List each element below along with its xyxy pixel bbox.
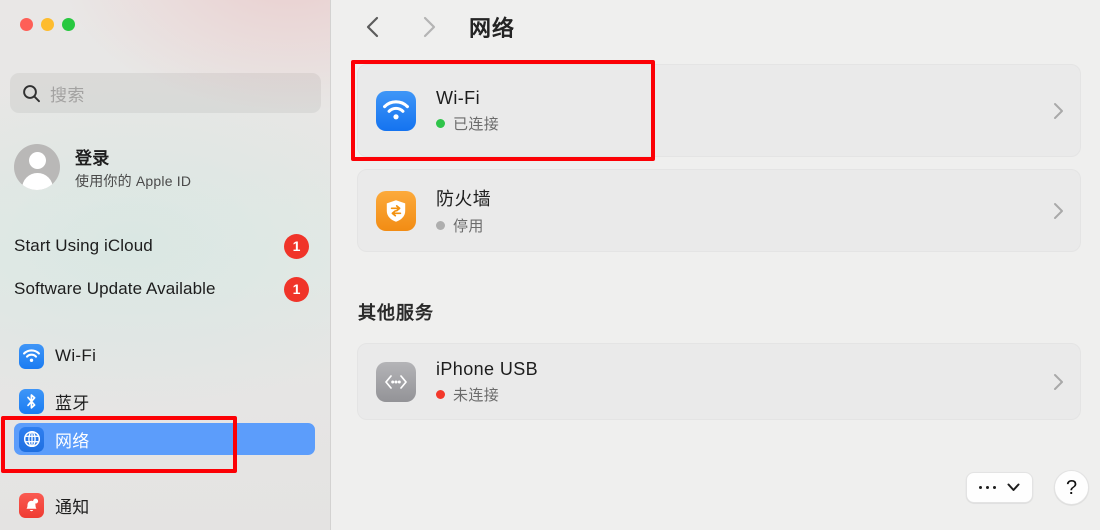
close-button[interactable] — [20, 18, 33, 31]
chevron-right-icon[interactable] — [1053, 202, 1064, 220]
sidebar-item-software-update[interactable]: Software Update Available 1 — [14, 274, 317, 304]
firewall-shield-icon — [376, 190, 416, 231]
zoom-button[interactable] — [62, 18, 75, 31]
service-name: Wi-Fi — [436, 87, 480, 108]
help-button[interactable]: ? — [1054, 470, 1089, 505]
wifi-icon — [376, 90, 416, 131]
sidebar-item-label: 蓝牙 — [55, 393, 90, 413]
system-settings-window: 搜索 登录 使用你的 Apple ID Start Using iCloud 1… — [0, 0, 1100, 530]
sidebar-item-bluetooth[interactable]: 蓝牙 — [14, 385, 315, 417]
forward-button[interactable] — [411, 9, 447, 45]
sidebar-item-label: 网络 — [55, 431, 90, 451]
status-dot — [436, 221, 445, 230]
service-status: 已连接 — [453, 115, 500, 133]
apple-id-subtitle: 使用你的 Apple ID — [75, 172, 192, 189]
bell-icon — [19, 492, 44, 518]
more-options-button[interactable] — [966, 472, 1033, 503]
bluetooth-icon — [19, 388, 44, 414]
alert-label: Start Using iCloud — [14, 236, 153, 255]
sidebar-item-label: 通知 — [55, 497, 90, 517]
chevron-down-icon — [1007, 483, 1020, 492]
sidebar-item-network[interactable]: 网络 — [14, 423, 315, 455]
sidebar-item-notifications[interactable]: 通知 — [14, 489, 315, 521]
question-mark-icon: ? — [1065, 476, 1078, 499]
firewall-service-row[interactable]: 防火墙 停用 — [357, 169, 1081, 252]
status-badge: 1 — [284, 233, 309, 259]
window-controls — [20, 18, 75, 31]
sidebar-item-start-using-icloud[interactable]: Start Using iCloud 1 — [14, 231, 317, 261]
apple-id-title: 登录 — [75, 148, 110, 168]
search-input[interactable]: 搜索 — [10, 73, 321, 113]
chevron-right-icon[interactable] — [1053, 373, 1064, 391]
status-dot — [436, 389, 445, 399]
page-title: 网络 — [469, 16, 516, 41]
status-dot — [436, 118, 445, 128]
alert-label: Software Update Available — [14, 279, 216, 298]
globe-icon — [19, 426, 44, 452]
iphone-usb-service-row[interactable]: iPhone USB 未连接 — [357, 343, 1081, 420]
wifi-service-row[interactable]: Wi-Fi 已连接 — [357, 64, 1081, 157]
sidebar-item-label: Wi-Fi — [55, 346, 97, 365]
chevron-right-icon — [423, 16, 436, 38]
service-name: iPhone USB — [436, 358, 539, 379]
toolbar: 网络 — [355, 9, 515, 45]
minimize-button[interactable] — [41, 18, 54, 31]
service-status: 停用 — [453, 218, 484, 235]
service-status: 未连接 — [453, 386, 500, 404]
service-name: 防火墙 — [436, 189, 492, 209]
back-button[interactable] — [355, 9, 391, 45]
status-badge: 1 — [284, 276, 309, 302]
avatar — [14, 144, 60, 190]
search-icon — [22, 84, 41, 103]
search-placeholder: 搜索 — [50, 85, 85, 105]
wifi-icon — [19, 343, 44, 369]
sidebar-item-wifi[interactable]: Wi-Fi — [14, 340, 315, 372]
main-content: 网络 Wi-Fi 已连接 防火墙 停用 其他服务 iPhone USB 未连接 … — [331, 0, 1100, 530]
sidebar: 搜索 登录 使用你的 Apple ID Start Using iCloud 1… — [0, 0, 331, 530]
section-heading: 其他服务 — [358, 303, 434, 323]
usb-ellipsis-icon — [376, 361, 416, 402]
chevron-left-icon — [366, 16, 379, 38]
sidebar-item-apple-id[interactable]: 登录 使用你的 Apple ID — [14, 137, 317, 197]
ellipsis-icon — [978, 485, 997, 490]
chevron-right-icon[interactable] — [1053, 102, 1064, 120]
